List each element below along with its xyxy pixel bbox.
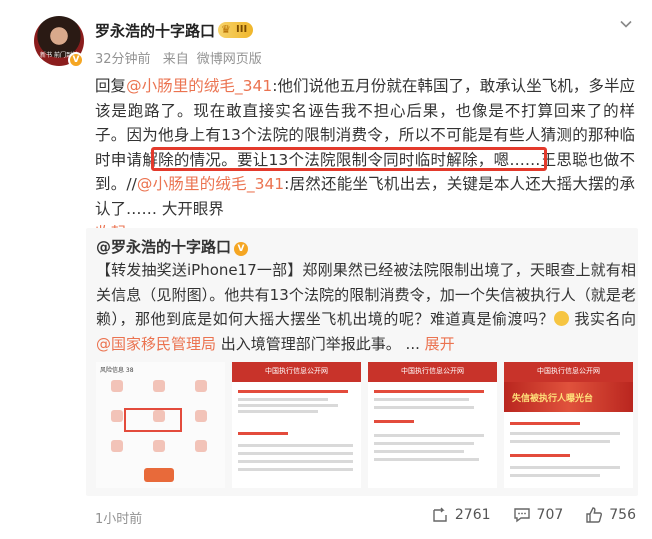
weibo-post: 新书 前门到前 V 罗永浩的十字路口 ♛ III 32分钟前 来自 微博网页版 回… xyxy=(0,0,652,539)
red-row xyxy=(510,422,580,425)
like-count: 756 xyxy=(609,507,636,523)
vip-level-badge[interactable]: ♛ III xyxy=(218,22,254,38)
post-meta: 32分钟前 来自 微博网页版 xyxy=(95,48,270,67)
app-grid-icon xyxy=(188,410,214,432)
retweet-text-3: 出入境管理部门举报此事。 ... xyxy=(216,334,425,353)
expand-link[interactable]: 展开 xyxy=(425,335,455,353)
app-grid-icon xyxy=(188,440,214,462)
site-header-bar: 中国执行信息公开网 xyxy=(504,362,633,382)
red-row xyxy=(238,432,288,435)
text-row xyxy=(238,398,328,401)
text-row xyxy=(374,434,484,437)
post-actions: 2761 707 756 xyxy=(431,506,636,524)
sweat-smile-emoji-icon xyxy=(554,311,570,326)
thumbnail-title: 中国执行信息公开网 xyxy=(401,367,464,375)
site-header-bar: 中国执行信息公开网 xyxy=(368,362,497,382)
text-row xyxy=(238,404,338,407)
retweet-author-name[interactable]: @罗永浩的十字路口 xyxy=(96,238,231,256)
app-grid-icon xyxy=(104,380,130,402)
comment-button[interactable]: 707 xyxy=(513,506,564,524)
thumbnail-risk-info[interactable]: 风险信息 38 xyxy=(96,362,225,488)
red-row xyxy=(374,390,484,393)
post-content: 回复@小肠里的绒毛_341:他们说他五月份就在韩国了，敢承认坐飞机，多半应该是跑… xyxy=(95,74,635,246)
source-prefix: 来自 xyxy=(162,52,189,67)
banner-text: 失信被执行人曝光台 xyxy=(512,394,594,404)
thumbnail-footer-badge xyxy=(144,468,174,482)
site-header-bar: 中国执行信息公开网 xyxy=(232,362,361,382)
immigration-mention-link[interactable]: @国家移民管理局 xyxy=(96,335,216,353)
thumbs-up-icon xyxy=(586,507,603,523)
chevron-down-icon[interactable] xyxy=(620,18,632,30)
app-grid-icon xyxy=(146,380,172,402)
author-name[interactable]: 罗永浩的十字路口 xyxy=(95,20,215,41)
site-banner: 失信被执行人曝光台 xyxy=(504,382,633,412)
text-row xyxy=(238,468,353,471)
app-grid-icon xyxy=(104,440,130,462)
thumbnail-court-site-3[interactable]: 中国执行信息公开网 失信被执行人曝光台 xyxy=(504,362,633,488)
text-row xyxy=(510,432,620,435)
app-grid-icon xyxy=(146,440,172,462)
text-row xyxy=(238,460,353,463)
retweet-card[interactable]: @罗永浩的十字路口 V 【转发抽奖送iPhone17一部】郑刚果然已经被法院限制出… xyxy=(86,228,638,496)
retweet-text-2: 我实名向 xyxy=(569,310,636,328)
text-row xyxy=(510,440,610,443)
repost-button[interactable]: 2761 xyxy=(431,506,491,524)
red-row xyxy=(374,420,414,423)
red-row xyxy=(238,390,348,393)
reply-mention-link[interactable]: @小肠里的绒毛_341 xyxy=(126,77,272,95)
vip-level-label: III xyxy=(236,24,248,35)
verified-badge-icon: V xyxy=(234,242,249,256)
red-row xyxy=(510,454,570,457)
thumbnail-title: 中国执行信息公开网 xyxy=(265,367,328,375)
repost-icon xyxy=(433,507,447,522)
reply-prefix: 回复 xyxy=(95,77,127,95)
retweet-author[interactable]: @罗永浩的十字路口 V xyxy=(96,236,249,257)
text-row xyxy=(374,406,474,409)
verified-badge-icon: V xyxy=(68,52,84,68)
repost-count: 2761 xyxy=(454,507,491,523)
app-grid-icon xyxy=(188,380,214,402)
text-row xyxy=(510,474,600,477)
thumbnail-court-site-1[interactable]: 中国执行信息公开网 xyxy=(232,362,361,488)
text-row xyxy=(238,410,318,413)
text-row xyxy=(374,458,479,461)
image-thumbnails: 风险信息 38 中国执行信息公开网 中国执行信息公开网 中国执行信息公开网 失信… xyxy=(96,362,633,488)
crown-icon: ♛ xyxy=(221,23,231,36)
like-button[interactable]: 756 xyxy=(585,506,636,524)
post-time[interactable]: 32分钟前 xyxy=(95,52,151,67)
retweet-text: 【转发抽奖送iPhone17一部】郑刚果然已经被法院限制出境了，天眼查上就有相关… xyxy=(96,258,636,356)
text-row xyxy=(374,398,469,401)
text-row xyxy=(374,450,464,453)
text-row xyxy=(238,452,353,455)
footer-time[interactable]: 1小时前 xyxy=(95,508,142,527)
comment-count: 707 xyxy=(536,507,564,523)
text-row xyxy=(510,466,620,469)
thumbnail-court-site-2[interactable]: 中国执行信息公开网 xyxy=(368,362,497,488)
post-source: 微博网页版 xyxy=(196,52,262,67)
thumbnail-title: 中国执行信息公开网 xyxy=(537,367,600,375)
text-row xyxy=(374,442,474,445)
comment-icon xyxy=(513,508,530,523)
red-selection-box xyxy=(124,408,182,432)
text-row xyxy=(238,444,353,447)
forward-mention-link[interactable]: @小肠里的绒毛_341 xyxy=(137,175,284,193)
thumbnail-title: 风险信息 38 xyxy=(100,367,134,374)
